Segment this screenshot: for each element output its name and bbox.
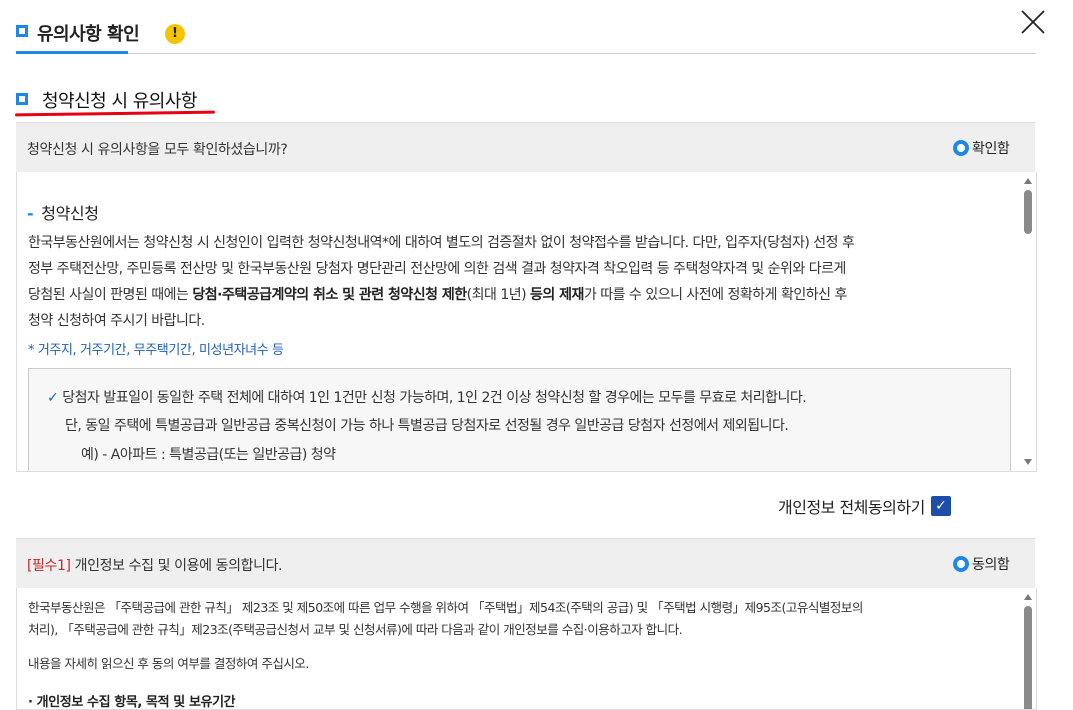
notice-scrollbar[interactable] [1020,172,1036,471]
privacy-text: 한국부동산원은 「주택공급에 관한 규칙」 제23조 및 제50조에 따른 업무… [28,597,1013,641]
warning-icon: ! [165,24,185,44]
scroll-thumb[interactable] [1024,190,1032,234]
title-underline [16,51,128,54]
privacy-scrollbar[interactable] [1020,588,1036,709]
confirm-radio[interactable]: 확인함 [953,138,1010,158]
notice-scrollbox[interactable]: - 청약신청 한국부동산원에서는 청약신청 시 신청인이 입력한 청약신청내역*에… [16,172,1037,472]
radio-selected-icon [953,140,969,156]
dialog-title: 유의사항 확인 [37,24,140,45]
notice-question: 청약신청 시 유의사항을 모두 확인하셨습니까? [27,142,288,158]
body3-post: 가 따를 수 있으니 사전에 정확하게 확인하신 후 [583,287,847,303]
privacy-text-line-1: 한국부동산원은 「주택공급에 관한 규칙」 제23조 및 제50조에 따른 업무… [28,600,863,615]
scroll-up-icon[interactable] [1024,594,1032,600]
agree-radio[interactable]: 동의함 [953,554,1010,574]
section-square-icon [16,93,28,105]
notice-heading: - 청약신청 [27,200,99,224]
notice-body-line-4: 청약 신청하여 주시기 바랍니다. [28,313,205,329]
body3-bold-2: 등의 제재 [530,287,584,303]
privacy-question: [필수1] 개인정보 수집 및 이용에 동의합니다. [27,555,283,575]
close-icon[interactable] [1020,9,1046,35]
privacy-question-bar: [필수1] 개인정보 수집 및 이용에 동의합니다. 동의함 [16,538,1035,589]
notice-check-box: ✓ 당첨자 발표일이 동일한 주택 전체에 대하여 1인 1건만 신청 가능하며,… [28,368,1011,471]
notice-question-bar: 청약신청 시 유의사항을 모두 확인하셨습니까? 확인함 [16,122,1035,173]
notice-body-line-3: 당첨된 사실이 판명된 때에는 당첨·주택공급계약의 취소 및 관련 청약신청 … [28,282,1013,308]
agree-all-checkbox[interactable]: 개인정보 전체동의하기 ✓ [778,494,951,518]
body3-pre: 당첨된 사실이 판명된 때에는 [28,287,193,303]
radio-selected-icon [953,556,969,572]
title-divider [128,53,1036,54]
notice-body-line-1: 한국부동산원에서는 청약신청 시 신청인이 입력한 청약신청내역*에 대하여 별… [28,235,855,251]
required-tag: [필수1] [27,558,71,574]
agree-radio-label: 동의함 [972,557,1010,573]
privacy-instruction: 내용을 자세히 읽으신 후 동의 여부를 결정하여 주십시오. [28,656,309,671]
confirm-radio-label: 확인함 [972,141,1010,157]
notice-heading-text: 청약신청 [41,204,99,223]
notice-footnote: * 거주지, 거주기간, 무주택기간, 미성년자녀수 등 [28,343,284,358]
privacy-scrollbox[interactable]: 한국부동산원은 「주택공급에 관한 규칙」 제23조 및 제50조에 따른 업무… [16,588,1037,710]
check-item-2: 단, 동일 주택에 특별공급과 일반공급 중복신청이 가능 하나 특별공급 당첨… [65,418,789,434]
body3-bold-1: 당첨·주택공급계약의 취소 및 관련 청약신청 제한 [192,287,467,303]
section-title: 청약신청 시 유의사항 [42,91,197,112]
notice-body-line-2: 정부 주택전산망, 주민등록 전산망 및 한국부동산원 당첨자 명단관리 전산망… [28,261,846,277]
privacy-text-line-2: 처리), 「주택공급에 관한 규칙」제23조(주택공급신청서 교부 및 신청서류… [28,622,683,637]
scroll-down-icon[interactable] [1024,459,1032,465]
check-example: 예) - A아파트 : 특별공급(또는 일반공급) 청약 [81,447,336,463]
privacy-bullet-heading: · 개인정보 수집 항목, 목적 및 보유기간 [28,695,236,710]
dash-icon: - [27,204,34,223]
agree-all-label: 개인정보 전체동의하기 [778,498,925,517]
body3-mid: (최대 1년) [466,287,531,303]
check-icon: ✓ [47,390,59,406]
header-square-icon [16,25,28,37]
check-item-1: ✓ 당첨자 발표일이 동일한 주택 전체에 대하여 1인 1건만 신청 가능하며,… [47,384,807,412]
check-item-1-text: 당첨자 발표일이 동일한 주택 전체에 대하여 1인 1건만 신청 가능하며, … [62,390,807,406]
privacy-question-text: 개인정보 수집 및 이용에 동의합니다. [70,558,283,574]
notice-body: 한국부동산원에서는 청약신청 시 신청인이 입력한 청약신청내역*에 대하여 별… [28,230,1013,334]
checkbox-checked-icon: ✓ [930,496,951,516]
scroll-thumb[interactable] [1024,606,1032,709]
scroll-up-icon[interactable] [1024,178,1032,184]
